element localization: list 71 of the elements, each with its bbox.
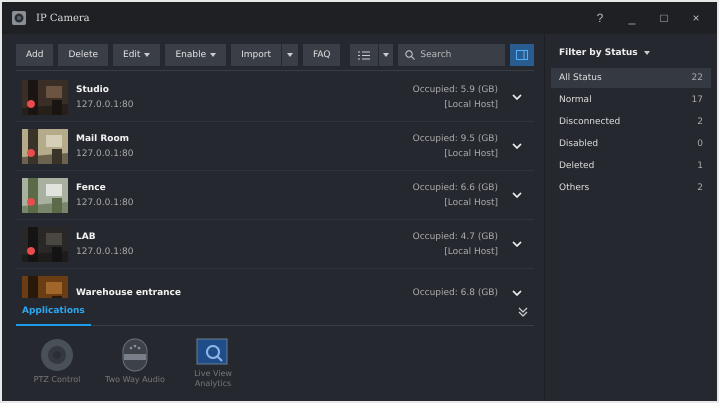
panel-toggle-button[interactable] <box>510 44 534 66</box>
chevron-icon <box>512 143 522 149</box>
chevron-icon <box>512 290 522 296</box>
camera-row[interactable]: Mail Room 127.0.0.1:80 Occupied: 9.5 (GB) [Local Host] <box>16 122 534 171</box>
toolbar-button[interactable]: Add <box>16 44 54 66</box>
filter-item[interactable]: Deleted 1 <box>551 156 711 176</box>
filter-item[interactable]: Normal 17 <box>551 90 711 110</box>
minimize-button[interactable]: _ <box>621 11 643 25</box>
storage-usage: Occupied: 5.9 (GB) <box>412 84 498 94</box>
chevron-icon <box>512 192 522 198</box>
host-label: [Local Host] <box>444 100 498 110</box>
menu-button[interactable]: Enable <box>165 44 226 66</box>
camera-address: 127.0.0.1:80 <box>76 148 134 158</box>
camera-address: 127.0.0.1:80 <box>76 246 134 256</box>
camera-name: Warehouse entrance <box>76 288 181 298</box>
host-label: [Local Host] <box>444 246 498 256</box>
toolbar-button[interactable]: FAQ <box>302 44 340 66</box>
storage-usage: Occupied: 9.5 (GB) <box>412 134 498 144</box>
camera-address: 127.0.0.1:80 <box>76 100 134 110</box>
camera-name: Mail Room <box>76 134 130 144</box>
panel-icon <box>516 50 528 60</box>
toolbar-button[interactable]: Import <box>231 44 281 66</box>
storage-usage: Occupied: 6.6 (GB) <box>412 182 498 192</box>
chevron-icon <box>512 241 522 247</box>
help-button[interactable]: ? <box>589 11 611 25</box>
camera-icon <box>12 11 26 25</box>
dropdown-button[interactable] <box>282 44 298 66</box>
camera-row[interactable]: LAB 127.0.0.1:80 Occupied: 4.7 (GB) [Local Host] <box>16 220 534 269</box>
filter-item[interactable]: Disconnected 2 <box>551 112 711 132</box>
filter-item[interactable]: Others 2 <box>551 178 711 198</box>
caret-icon <box>286 53 293 57</box>
status-count: 0 <box>697 139 703 149</box>
search-field[interactable]: Search <box>398 44 505 66</box>
filter-item[interactable]: All Status 22 <box>551 68 711 88</box>
caret-icon <box>144 53 150 57</box>
chevron-icon <box>512 94 522 100</box>
window-title: IP Camera <box>36 12 91 24</box>
filter-item[interactable]: Disabled 0 <box>551 134 711 154</box>
caret-icon <box>210 53 216 57</box>
toolbar-button[interactable]: Delete <box>58 44 108 66</box>
camera-name: LAB <box>76 232 96 242</box>
filter-dropdown[interactable]: Filter by Status <box>551 44 711 66</box>
camera-name: Studio <box>76 84 109 94</box>
camera-name: Fence <box>76 182 106 192</box>
host-label: [Local Host] <box>444 148 498 158</box>
list-icon <box>358 50 370 60</box>
status-count: 22 <box>692 73 703 83</box>
camera-row[interactable]: Studio 127.0.0.1:80 Occupied: 5.9 (GB) [Local Host] <box>16 73 534 122</box>
double-chevron-icon <box>518 306 528 316</box>
status-count: 2 <box>697 183 703 193</box>
camera-row[interactable]: Warehouse entrance Occupied: 6.8 (GB) <box>16 269 534 298</box>
maximize-button[interactable]: □ <box>653 11 675 25</box>
camera-address: 127.0.0.1:80 <box>76 198 134 208</box>
menu-button[interactable]: Edit <box>113 44 160 66</box>
status-count: 17 <box>692 95 703 105</box>
status-count: 2 <box>697 117 703 127</box>
status-count: 1 <box>697 161 703 171</box>
camera-row[interactable]: Fence 127.0.0.1:80 Occupied: 6.6 (GB) [Local Host] <box>16 171 534 220</box>
close-button[interactable]: × <box>685 11 707 25</box>
magnifier-screen-icon <box>196 338 230 366</box>
dropdown-button[interactable] <box>379 44 394 66</box>
search-icon <box>405 50 416 60</box>
host-label: [Local Host] <box>444 198 498 208</box>
caret-icon <box>383 53 390 57</box>
speaker-icon <box>122 338 148 372</box>
storage-usage: Occupied: 4.7 (GB) <box>412 232 498 242</box>
caret-icon <box>644 51 650 55</box>
tab[interactable]: Applications <box>16 298 91 326</box>
joystick-icon <box>40 338 74 372</box>
storage-usage: Occupied: 6.8 (GB) <box>412 288 498 298</box>
view-toggle-button[interactable] <box>350 44 378 66</box>
